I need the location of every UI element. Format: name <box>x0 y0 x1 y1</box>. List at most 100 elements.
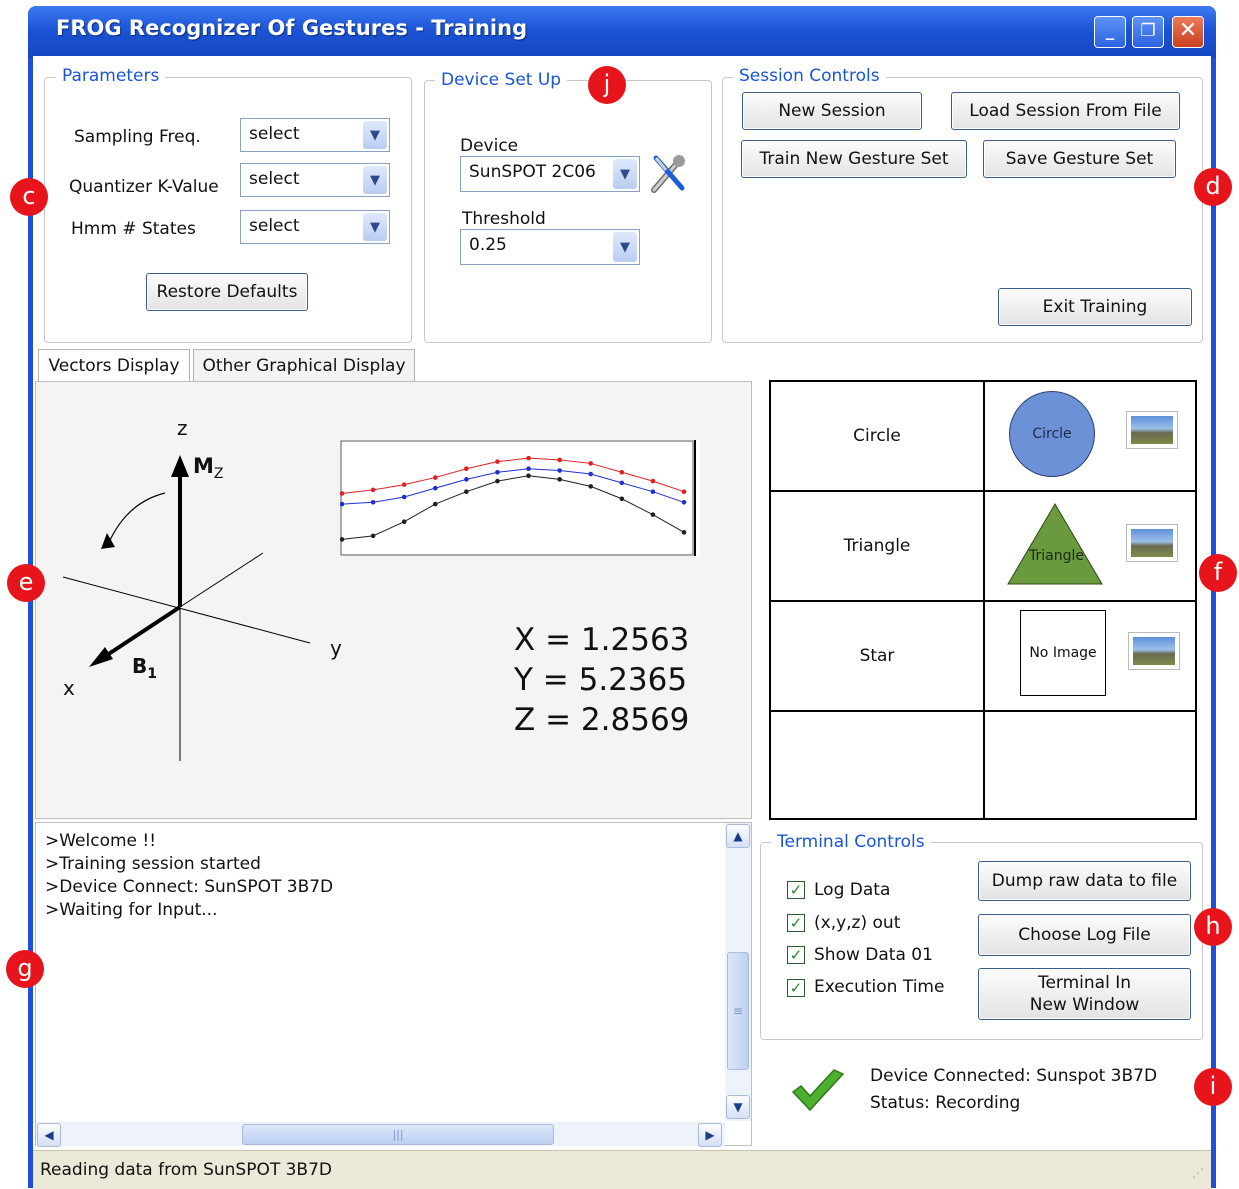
series-0-point <box>495 459 500 464</box>
image-picker-icon[interactable] <box>1126 524 1178 562</box>
threshold-select[interactable]: 0.25 ▼ <box>460 229 640 265</box>
device-select[interactable]: SunSPOT 2C06 ▼ <box>460 156 640 192</box>
tab-other-graphical-display[interactable]: Other Graphical Display <box>193 349 415 382</box>
scroll-up-button[interactable]: ▲ <box>726 824 750 848</box>
gesture-name-cell[interactable]: Circle <box>771 382 985 492</box>
quantizer-label: Quantizer K-Value <box>69 177 219 197</box>
hmm-states-select[interactable]: select ▼ <box>240 210 390 244</box>
terminal-new-window-button[interactable]: Terminal In New Window <box>978 968 1191 1020</box>
annotation-marker-i: i <box>1194 1068 1232 1106</box>
mz-label-sub: Z <box>213 466 224 483</box>
chevron-down-icon: ▼ <box>613 232 637 262</box>
series-2-point <box>464 489 469 494</box>
resize-grip-icon[interactable]: ⋰ <box>1192 1166 1204 1180</box>
series-1-point <box>401 494 407 500</box>
vertical-scroll-thumb[interactable]: ≡ <box>727 952 749 1070</box>
series-1-point <box>340 501 345 507</box>
series-0-point <box>650 478 656 484</box>
b1-label-main: B <box>132 654 148 678</box>
execution-time-label: Execution Time <box>814 977 945 997</box>
parameters-group-label: Parameters <box>56 66 166 86</box>
image-picker-icon[interactable] <box>1128 632 1180 670</box>
gesture-name-cell[interactable]: Triangle <box>771 492 985 602</box>
image-picker-icon[interactable] <box>1126 411 1178 449</box>
mz-label-main: M <box>193 454 214 478</box>
load-session-button[interactable]: Load Session From File <box>951 92 1180 130</box>
series-line-2 <box>341 475 685 540</box>
restore-icon: ❐ <box>1140 21 1156 41</box>
hmm-states-value: select <box>249 216 300 236</box>
status-bar-text: Reading data from SunSPOT 3B7D <box>40 1160 333 1180</box>
scroll-right-button[interactable]: ▶ <box>698 1123 722 1147</box>
series-0-point <box>557 457 562 463</box>
wrench-screwdriver-icon[interactable] <box>648 152 688 194</box>
x-readout: X = 1.2563 <box>514 622 690 658</box>
rotation-arc <box>106 492 166 548</box>
save-gesture-set-button[interactable]: Save Gesture Set <box>983 140 1176 178</box>
chevron-down-icon: ▼ <box>733 1100 743 1114</box>
landscape-icon <box>1133 637 1175 665</box>
b1-label-sub: 1 <box>147 666 157 682</box>
chevron-down-icon: ▼ <box>363 213 387 241</box>
connected-check-icon <box>791 1069 845 1112</box>
show-data-checkbox[interactable]: ✓ <box>787 946 805 964</box>
series-0-point <box>432 475 438 480</box>
choose-log-file-button[interactable]: Choose Log File <box>978 914 1191 956</box>
gesture-name-cell-empty[interactable] <box>771 712 985 820</box>
device-connected-text: Device Connected: Sunspot 3B7D <box>870 1066 1158 1086</box>
series-1-point <box>650 489 656 494</box>
series-2-point <box>557 477 562 482</box>
maximize-button[interactable]: ❐ <box>1132 16 1164 48</box>
quantizer-value: select <box>249 169 300 189</box>
close-button[interactable]: ✕ <box>1172 16 1204 48</box>
console-line: >Waiting for Input... <box>45 900 218 920</box>
chart-frame <box>340 440 694 556</box>
circle-shape: Circle <box>1009 391 1095 477</box>
console-line: >Welcome !! <box>45 831 157 851</box>
series-line-0 <box>341 457 685 494</box>
no-image-placeholder: No Image <box>1020 610 1106 696</box>
series-0-point <box>340 491 345 496</box>
gesture-name-cell[interactable]: Star <box>771 602 985 712</box>
chevron-left-icon: ◀ <box>44 1128 54 1142</box>
horizontal-scroll-thumb[interactable]: ||| <box>242 1124 554 1145</box>
log-data-checkbox[interactable]: ✓ <box>787 881 805 899</box>
mz-vector-label: MZ <box>193 454 224 482</box>
series-0-point <box>526 455 531 461</box>
chevron-up-icon: ▲ <box>733 829 743 843</box>
minimize-icon: _ <box>1105 21 1115 41</box>
series-0-point <box>401 482 407 487</box>
b1-vector-label: B1 <box>132 654 157 682</box>
terminal-controls-group-label: Terminal Controls <box>771 832 931 852</box>
xyz-out-checkbox[interactable]: ✓ <box>787 914 805 932</box>
series-1-point <box>495 469 500 475</box>
scroll-left-button[interactable]: ◀ <box>37 1123 61 1147</box>
console-line: >Training session started <box>45 854 261 874</box>
gesture-image-cell-empty[interactable] <box>985 712 1197 820</box>
sampling-freq-select[interactable]: select ▼ <box>240 118 390 152</box>
train-new-gesture-set-button[interactable]: Train New Gesture Set <box>741 140 967 178</box>
series-2-point <box>495 478 500 484</box>
console-line: >Device Connect: SunSPOT 3B7D <box>45 877 334 897</box>
exit-training-button[interactable]: Exit Training <box>998 288 1192 326</box>
annotation-marker-d: d <box>1194 168 1232 206</box>
dump-raw-data-button[interactable]: Dump raw data to file <box>978 861 1191 901</box>
series-0-point <box>464 466 469 472</box>
xyz-out-label: (x,y,z) out <box>814 913 901 933</box>
minimize-button[interactable]: _ <box>1094 16 1126 48</box>
check-icon: ✓ <box>789 914 803 932</box>
sampling-freq-label: Sampling Freq. <box>74 127 201 147</box>
triangle-shape <box>1007 503 1103 585</box>
series-0-point <box>619 469 625 475</box>
execution-time-checkbox[interactable]: ✓ <box>787 979 805 997</box>
session-controls-group-label: Session Controls <box>733 66 886 86</box>
tab-vectors-display[interactable]: Vectors Display <box>38 349 190 382</box>
series-0-point <box>588 461 594 466</box>
x-axis-label: x <box>63 676 75 700</box>
new-session-button[interactable]: New Session <box>742 92 922 130</box>
landscape-icon <box>1131 416 1173 444</box>
triangle-shape-label: Triangle <box>1029 548 1084 564</box>
quantizer-select[interactable]: select ▼ <box>240 163 390 197</box>
scroll-down-button[interactable]: ▼ <box>726 1095 750 1119</box>
restore-defaults-button[interactable]: Restore Defaults <box>146 273 308 311</box>
